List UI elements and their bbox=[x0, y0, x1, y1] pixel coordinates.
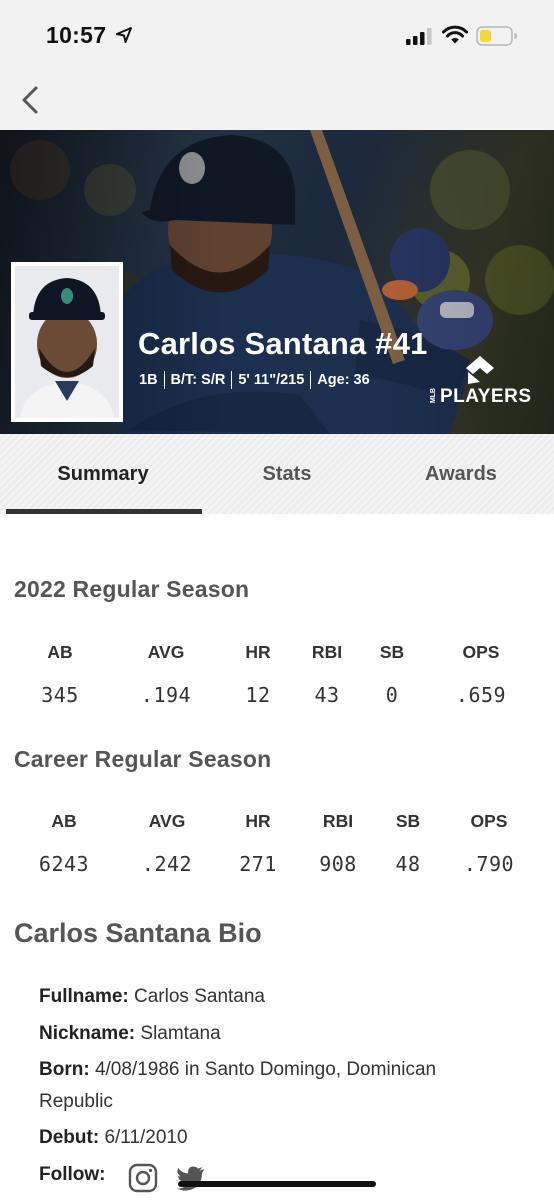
bio-title: Carlos Santana Bio bbox=[14, 918, 262, 948]
bio-born-label: Born: bbox=[39, 1059, 90, 1080]
stat-value: 6243 bbox=[38, 852, 90, 876]
stat-value: 43 bbox=[314, 683, 340, 707]
bio-fullname-label: Fullname: bbox=[39, 986, 129, 1007]
battery-icon bbox=[476, 26, 517, 46]
home-indicator[interactable] bbox=[178, 1181, 376, 1187]
tab-bar: Summary Stats Awards bbox=[0, 434, 554, 514]
players-logo-small-text: MLB bbox=[430, 388, 437, 404]
stat-header: SB bbox=[379, 642, 405, 662]
bio-debut: Debut: 6/11/2010 bbox=[39, 1122, 509, 1154]
stat-header: RBI bbox=[311, 642, 343, 662]
season-2022-title: 2022 Regular Season bbox=[14, 576, 250, 602]
headshot-image bbox=[15, 266, 119, 418]
bio-debut-label: Debut: bbox=[39, 1127, 100, 1148]
stat-header: AVG bbox=[148, 811, 186, 831]
stat-header: RBI bbox=[322, 811, 354, 831]
tab-summary[interactable]: Summary bbox=[4, 434, 202, 514]
bio-born-value: 4/08/1986 in Santo Domingo, Dominican Re… bbox=[39, 1059, 437, 1112]
active-tab-indicator bbox=[6, 509, 202, 514]
stat-value: .659 bbox=[455, 683, 507, 707]
stat-value: 908 bbox=[319, 852, 357, 876]
stat-value: 0 bbox=[385, 683, 399, 707]
tab-awards[interactable]: Awards bbox=[372, 434, 550, 514]
back-chevron-icon bbox=[22, 86, 38, 114]
bio-debut-value: 6/11/2010 bbox=[104, 1127, 188, 1148]
player-bats-throws: B/T: S/R bbox=[170, 372, 226, 388]
meta-divider bbox=[163, 371, 165, 389]
bio-nickname: Nickname: Slamtana bbox=[39, 1018, 509, 1050]
player-hero-banner: Carlos Santana #41 1B B/T: S/R 5' 11"/21… bbox=[0, 130, 554, 434]
twitter-icon[interactable] bbox=[176, 1165, 206, 1191]
back-button[interactable] bbox=[14, 80, 50, 120]
bio-follow-label: Follow: bbox=[39, 1164, 106, 1185]
stat-header: AVG bbox=[147, 642, 185, 662]
meta-divider bbox=[231, 371, 233, 389]
stat-value: 271 bbox=[239, 852, 277, 876]
bio-nickname-label: Nickname: bbox=[39, 1023, 136, 1044]
status-bar: 10:57 bbox=[0, 0, 554, 72]
stat-value: 48 bbox=[395, 852, 421, 876]
stat-value: 345 bbox=[41, 683, 79, 707]
location-arrow-icon bbox=[116, 27, 132, 43]
player-position: 1B bbox=[139, 372, 158, 388]
stat-value: .242 bbox=[141, 852, 193, 876]
stat-header: AB bbox=[51, 811, 77, 831]
stat-value: 12 bbox=[245, 683, 271, 707]
instagram-icon[interactable] bbox=[128, 1163, 158, 1193]
player-name-number: Carlos Santana #41 bbox=[138, 326, 428, 361]
tab-stats[interactable]: Stats bbox=[202, 434, 372, 514]
bio-nickname-value: Slamtana bbox=[140, 1023, 221, 1044]
bio-fullname-value: Carlos Santana bbox=[134, 986, 265, 1007]
bio-fullname: Fullname: Carlos Santana bbox=[39, 981, 509, 1013]
stat-value: .790 bbox=[463, 852, 515, 876]
career-title: Career Regular Season bbox=[14, 746, 272, 772]
status-time: 10:57 bbox=[46, 22, 107, 48]
nav-bar bbox=[0, 72, 554, 130]
stat-header: HR bbox=[245, 642, 271, 662]
stat-value: .194 bbox=[140, 683, 192, 707]
bio-born: Born: 4/08/1986 in Santo Domingo, Domini… bbox=[39, 1054, 509, 1118]
cellular-signal-icon bbox=[406, 28, 432, 45]
players-logo-text: PLAYERS bbox=[440, 386, 532, 407]
player-headshot bbox=[11, 262, 123, 422]
player-age: Age: 36 bbox=[317, 372, 370, 388]
stat-header: HR bbox=[245, 811, 271, 831]
stat-header: OPS bbox=[462, 642, 500, 662]
player-meta: 1B B/T: S/R 5' 11"/215 Age: 36 bbox=[139, 371, 370, 389]
meta-divider bbox=[310, 371, 312, 389]
stat-header: AB bbox=[47, 642, 73, 662]
stat-header: OPS bbox=[470, 811, 508, 831]
wifi-icon bbox=[442, 25, 468, 44]
stat-header: SB bbox=[395, 811, 421, 831]
player-height-weight: 5' 11"/215 bbox=[238, 372, 305, 388]
